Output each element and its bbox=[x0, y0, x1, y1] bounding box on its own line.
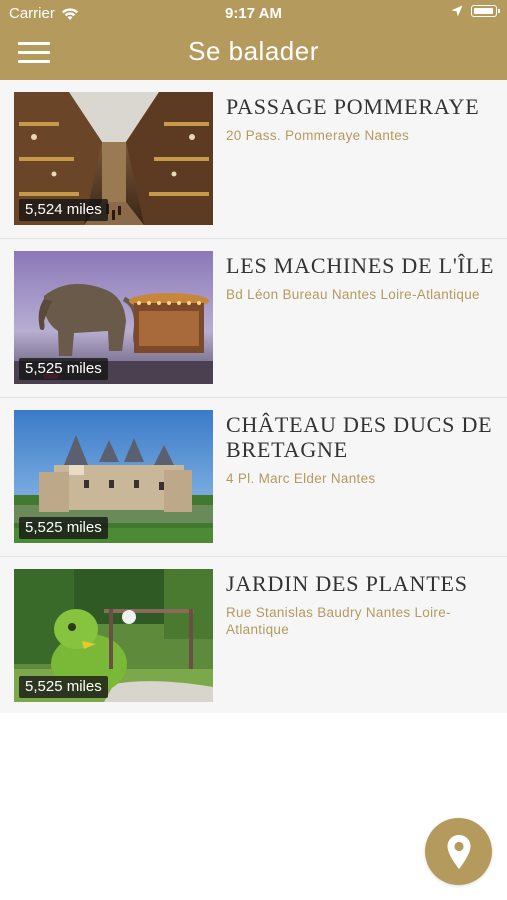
place-photo: 5,525 miles bbox=[14, 410, 213, 543]
place-photo: 5,524 miles bbox=[14, 92, 213, 225]
list-item[interactable]: 5,524 miles PASSAGE POMMERAYE 20 Pass. P… bbox=[0, 80, 507, 239]
status-icons bbox=[451, 5, 500, 17]
place-address: Bd Léon Bureau Nantes Loire-Atlantique bbox=[226, 287, 480, 302]
clock: 9:17 AM bbox=[225, 5, 282, 22]
battery-icon bbox=[471, 5, 500, 17]
place-title: JARDIN DES PLANTES bbox=[226, 571, 468, 596]
place-title: PASSAGE POMMERAYE bbox=[226, 94, 480, 119]
distance-badge: 5,525 miles bbox=[19, 517, 108, 539]
map-pin-icon bbox=[447, 834, 470, 869]
nav-bar: Carrier 9:17 AM Se balader bbox=[0, 0, 507, 80]
distance-badge: 5,525 miles bbox=[19, 676, 108, 698]
status-bar: Carrier 9:17 AM bbox=[0, 0, 507, 28]
list-item[interactable]: 5,525 miles CHÂTEAU DES DUCS DE BRETAGNE… bbox=[0, 398, 507, 557]
place-title: LES MACHINES DE L'ÎLE bbox=[226, 253, 495, 278]
place-address: 20 Pass. Pommeraye Nantes bbox=[226, 128, 410, 143]
place-photo: 5,525 miles bbox=[14, 251, 213, 384]
map-button[interactable] bbox=[425, 818, 492, 885]
place-title: CHÂTEAU DES DUCS DE BRETAGNE bbox=[226, 412, 493, 462]
list-item[interactable]: 5,525 miles LES MACHINES DE L'ÎLE Bd Léo… bbox=[0, 239, 507, 398]
page-title: Se balader bbox=[188, 36, 319, 66]
places-list: 5,524 miles PASSAGE POMMERAYE 20 Pass. P… bbox=[0, 80, 507, 713]
distance-badge: 5,525 miles bbox=[19, 358, 108, 380]
distance-badge: 5,524 miles bbox=[19, 199, 108, 221]
location-arrow-icon bbox=[451, 5, 463, 17]
place-photo: 5,525 miles bbox=[14, 569, 213, 702]
place-address: 4 Pl. Marc Elder Nantes bbox=[226, 471, 376, 486]
place-address: Rue Stanislas Baudry Nantes Loire-Atlant… bbox=[226, 605, 451, 637]
list-item[interactable]: 5,525 miles JARDIN DES PLANTES Rue Stani… bbox=[0, 557, 507, 713]
